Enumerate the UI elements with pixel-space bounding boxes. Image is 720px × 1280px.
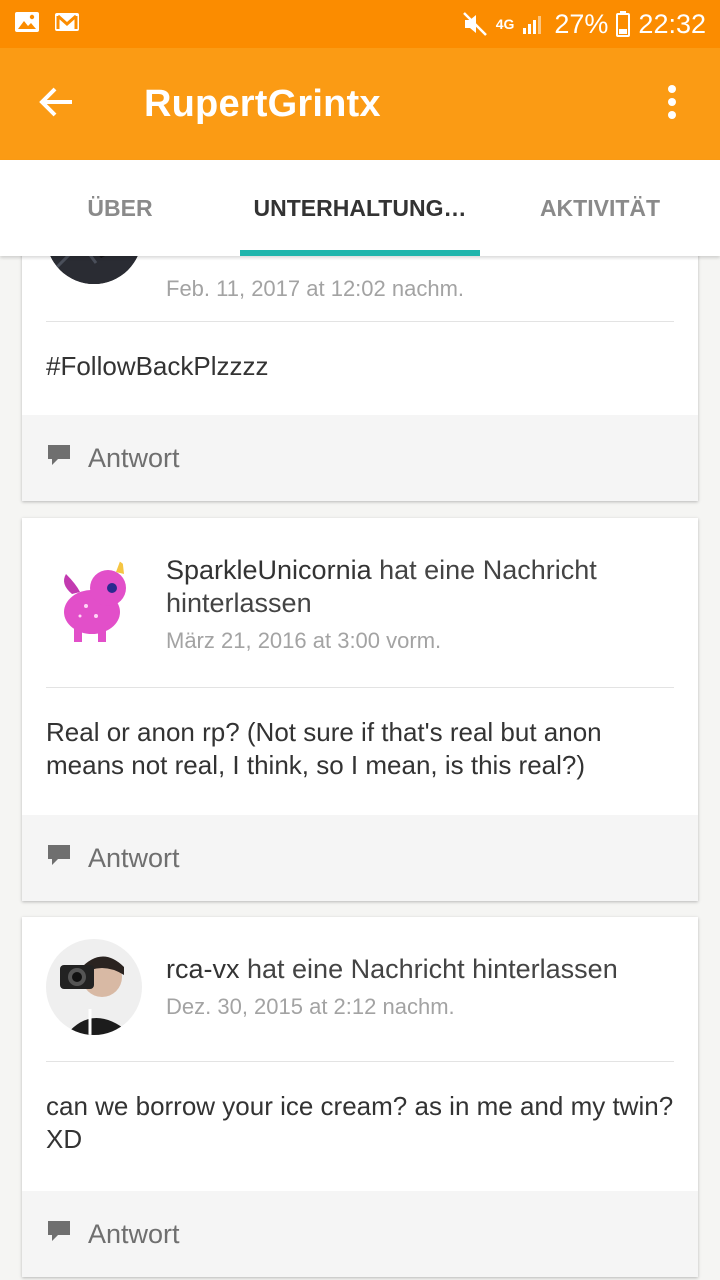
reply-label: Antwort [88, 1218, 180, 1249]
reply-button[interactable]: Antwort [22, 815, 698, 901]
conversation-feed[interactable]: Feb. 11, 2017 at 12:02 nachm. #FollowBac… [0, 256, 720, 1280]
tab-label: UNTERHALTUNG… [253, 194, 467, 221]
author-name[interactable]: SparkleUnicornia [166, 555, 372, 585]
message-card: rca-vx hat eine Nachricht hinterlassen D… [22, 917, 698, 1277]
signal-icon [522, 12, 546, 36]
comment-icon [46, 1219, 72, 1250]
tab-about[interactable]: ÜBER [0, 160, 240, 256]
post-message: Real or anon rp? (Not sure if that's rea… [46, 717, 602, 780]
message-card: Feb. 11, 2017 at 12:02 nachm. #FollowBac… [22, 256, 698, 501]
post-headline: rca-vx hat eine Nachricht hinterlassen [166, 953, 678, 986]
status-bar: 4G 27% 22:32 [0, 0, 720, 48]
comment-icon [46, 843, 72, 874]
author-name[interactable]: rca-vx [166, 954, 240, 984]
post-message: can we borrow your ice cream? as in me a… [46, 1091, 674, 1154]
reply-button[interactable]: Antwort [22, 1191, 698, 1277]
avatar[interactable] [46, 256, 142, 284]
comment-icon [46, 443, 72, 474]
page-title: RupertGrintx [144, 82, 381, 125]
avatar[interactable] [46, 939, 142, 1035]
post-headline: SparkleUnicornia hat eine Nachricht hint… [166, 554, 678, 620]
divider [46, 1061, 674, 1062]
app-bar: RupertGrintx [0, 48, 720, 160]
battery-percent: 27% [554, 8, 609, 39]
more-vert-icon [667, 84, 677, 125]
post-message: #FollowBackPlzzzz [46, 351, 269, 381]
gmail-notification-icon [54, 11, 80, 38]
clock: 22:32 [638, 8, 706, 39]
tab-label: AKTIVITÄT [539, 194, 661, 221]
avatar[interactable] [46, 554, 142, 650]
gallery-notification-icon [14, 11, 40, 38]
back-button[interactable] [0, 48, 112, 160]
message-card: SparkleUnicornia hat eine Nachricht hint… [22, 518, 698, 901]
tab-indicator [240, 250, 480, 256]
divider [46, 687, 674, 688]
reply-button[interactable]: Antwort [22, 415, 698, 501]
mute-icon [462, 11, 488, 37]
reply-label: Antwort [88, 842, 180, 873]
tab-bar: ÜBER UNTERHALTUNG… AKTIVITÄT [0, 160, 720, 256]
tab-label: ÜBER [87, 194, 153, 221]
arrow-back-icon [38, 86, 74, 123]
post-timestamp: März 21, 2016 at 3:00 vorm. [166, 628, 442, 653]
post-timestamp: Feb. 11, 2017 at 12:02 nachm. [166, 276, 465, 301]
network-type-label: 4G [495, 16, 515, 32]
reply-label: Antwort [88, 442, 180, 473]
overflow-menu-button[interactable] [624, 48, 720, 160]
battery-icon [616, 11, 631, 37]
post-timestamp: Dez. 30, 2015 at 2:12 nachm. [166, 994, 455, 1019]
post-action: hat eine Nachricht hinterlassen [239, 954, 618, 984]
tab-activity[interactable]: AKTIVITÄT [480, 160, 720, 256]
tab-conversations[interactable]: UNTERHALTUNG… [240, 160, 480, 256]
divider [46, 321, 674, 322]
